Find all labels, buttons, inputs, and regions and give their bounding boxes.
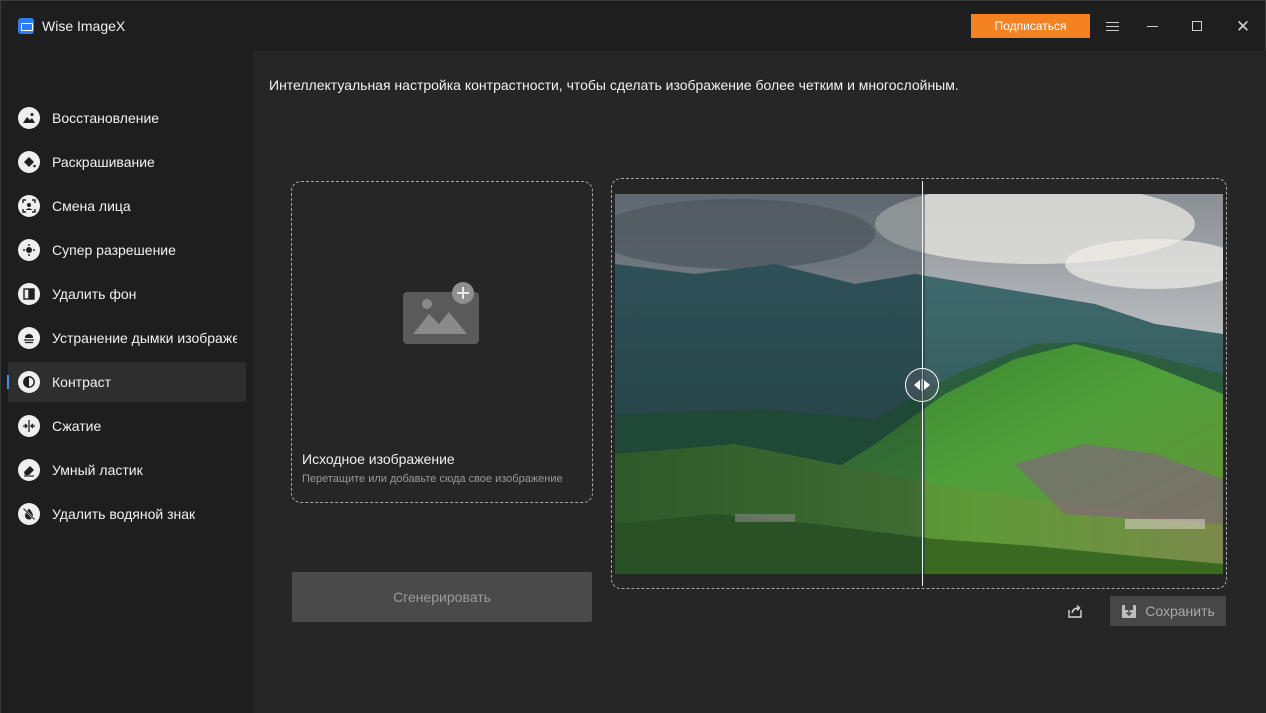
sidebar: Восстановление Раскрашивание Смена лица … — [1, 51, 253, 713]
sidebar-item-remove-watermark[interactable]: Удалить водяной знак — [8, 494, 246, 534]
sidebar-item-label: Восстановление — [52, 110, 160, 126]
generate-button[interactable]: Сгенерировать — [292, 572, 592, 622]
contrast-icon — [18, 371, 40, 393]
preview-compare-area — [611, 178, 1227, 589]
sidebar-item-label: Контраст — [52, 374, 112, 390]
save-button-label: Сохранить — [1145, 603, 1215, 619]
maximize-icon[interactable] — [1184, 13, 1210, 39]
paint-bucket-icon — [18, 151, 40, 173]
upload-dropzone[interactable]: Исходное изображение Перетащите или доба… — [291, 181, 593, 503]
app-title: Wise ImageX — [42, 18, 126, 34]
subscribe-button[interactable]: Подписаться — [971, 14, 1090, 38]
sidebar-item-label: Умный ластик — [52, 462, 143, 478]
sidebar-item-colorize[interactable]: Раскрашивание — [8, 142, 246, 182]
landscape-icon — [18, 107, 40, 129]
sidebar-item-face-swap[interactable]: Смена лица — [8, 186, 246, 226]
remove-watermark-icon — [18, 503, 40, 525]
sidebar-item-compress[interactable]: Сжатие — [8, 406, 246, 446]
sidebar-item-label: Смена лица — [52, 198, 131, 214]
sidebar-item-restore[interactable]: Восстановление — [8, 98, 246, 138]
title-bar: Wise ImageX Подписаться ✕ — [1, 1, 1266, 51]
remove-background-icon — [18, 283, 40, 305]
sidebar-item-super-resolution[interactable]: Супер разрешение — [8, 230, 246, 270]
save-button[interactable]: Сохранить — [1110, 596, 1226, 626]
main-panel: Интеллектуальная настройка контрастности… — [253, 51, 1266, 713]
upload-hint: Перетащите или добавьте сюда свое изобра… — [302, 473, 563, 485]
add-image-icon — [403, 282, 479, 344]
sidebar-item-smart-eraser[interactable]: Умный ластик — [8, 450, 246, 490]
compress-icon — [18, 415, 40, 437]
sidebar-item-label: Супер разрешение — [52, 242, 176, 258]
app-logo-icon — [18, 18, 34, 34]
sidebar-item-label: Сжатие — [52, 418, 102, 434]
face-swap-icon — [18, 195, 40, 217]
sidebar-item-contrast[interactable]: Контраст — [7, 362, 246, 402]
sidebar-item-label: Раскрашивание — [52, 154, 155, 170]
upload-title: Исходное изображение — [302, 451, 455, 467]
menu-icon[interactable] — [1099, 13, 1125, 39]
close-icon[interactable]: ✕ — [1230, 13, 1256, 39]
compare-slider-handle[interactable] — [905, 368, 939, 402]
eraser-icon — [18, 459, 40, 481]
app-window: Wise ImageX Подписаться ✕ Восстановление… — [0, 0, 1266, 713]
super-resolution-icon — [18, 239, 40, 261]
feature-description: Интеллектуальная настройка контрастности… — [269, 77, 959, 93]
sidebar-item-label: Удалить фон — [52, 286, 137, 302]
save-icon — [1122, 604, 1137, 618]
sidebar-item-dehaze[interactable]: Устранение дымки изображе — [8, 318, 246, 358]
share-icon[interactable] — [1063, 600, 1087, 622]
minimize-icon[interactable] — [1139, 13, 1165, 39]
sidebar-item-remove-background[interactable]: Удалить фон — [8, 274, 246, 314]
sidebar-item-label: Удалить водяной знак — [52, 506, 196, 522]
sidebar-item-label: Устранение дымки изображе — [52, 330, 237, 346]
dehaze-icon — [18, 327, 40, 349]
